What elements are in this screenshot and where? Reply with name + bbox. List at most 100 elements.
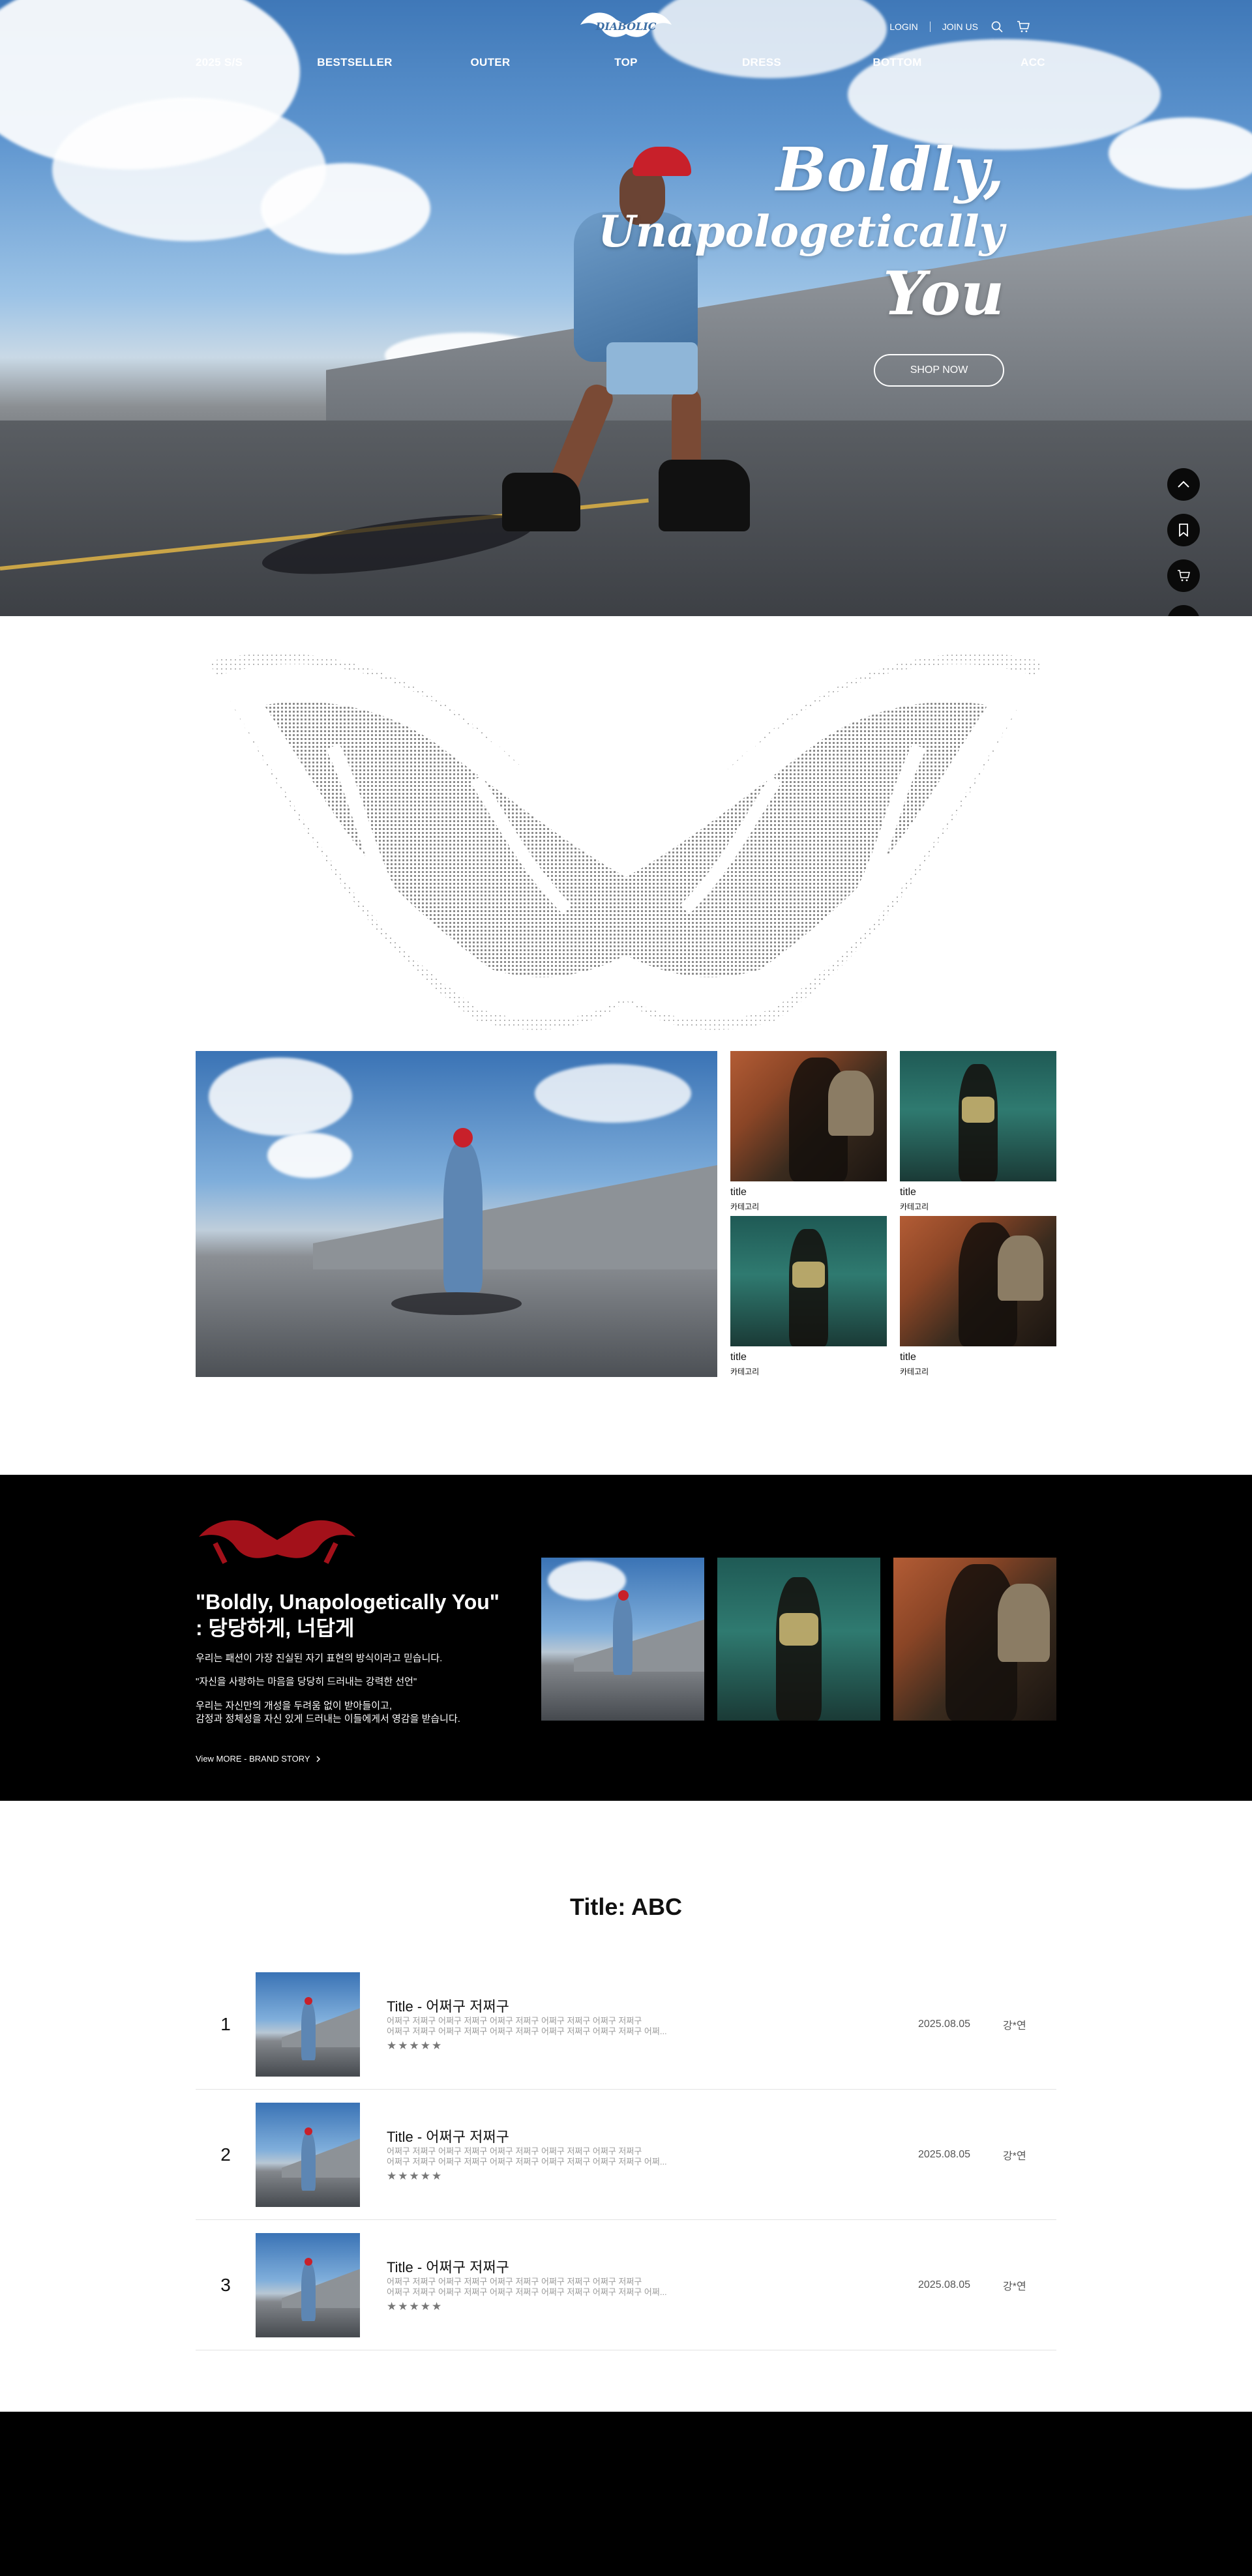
story-paragraph: 우리는 패션이 가장 진실된 자기 표현의 방식이라고 믿습니다. — [196, 1653, 443, 1664]
gallery-item-title: title — [900, 1187, 916, 1198]
nav-item-dress[interactable]: DRESS — [694, 56, 829, 69]
ranking-row[interactable]: 2 Title - 어쩌구 저쩌구 어쩌구 저쩌구 어쩌구 저쩌구 어쩌구 저쩌… — [196, 2090, 1056, 2220]
cloud-decoration — [1109, 117, 1252, 189]
hero-banner: DIABOLIC LOGIN JOIN US 2025 S/S BESTSELL… — [0, 0, 1252, 616]
review-excerpt-line: 어쩌구 저쩌구 어쩌구 저쩌구 어쩌구 저쩌구 어쩌구 저쩌구 어쩌구 저쩌구 … — [387, 2157, 667, 2167]
nav-item-outer[interactable]: OUTER — [423, 56, 558, 69]
chevron-up-icon — [1178, 481, 1189, 488]
heading-line1: "Boldly, Unapologetically You" — [196, 1590, 499, 1614]
brand-logo[interactable]: DIABOLIC — [577, 5, 675, 44]
heading-line2: : 당당하게, 너답게 — [196, 1616, 355, 1640]
review-excerpt-line: 어쩌구 저쩌구 어쩌구 저쩌구 어쩌구 저쩌구 어쩌구 저쩌구 어쩌구 저쩌구 — [387, 2277, 642, 2287]
nav-item-2025-ss[interactable]: 2025 S/S — [151, 56, 287, 69]
gallery-item-category: 카테고리 — [900, 1367, 929, 1376]
gallery-item-title: title — [900, 1352, 916, 1363]
divider — [929, 22, 931, 32]
gallery-item[interactable]: title 카테고리 — [900, 1051, 1056, 1212]
gallery-item-image — [900, 1216, 1056, 1346]
nav-item-acc[interactable]: ACC — [965, 56, 1101, 69]
brand-story-link[interactable]: View MORE - BRAND STORY — [196, 1754, 321, 1764]
story-image[interactable] — [717, 1558, 880, 1721]
gallery-item[interactable]: title 카테고리 — [900, 1216, 1056, 1377]
ranking-list: 1 Title - 어쩌구 저쩌구 어쩌구 저쩌구 어쩌구 저쩌구 어쩌구 저쩌… — [196, 1959, 1056, 2350]
brand-story-heading: "Boldly, Unapologetically You" : 당당하게, 너… — [196, 1589, 535, 1641]
ranking-row[interactable]: 3 Title - 어쩌구 저쩌구 어쩌구 저쩌구 어쩌구 저쩌구 어쩌구 저쩌… — [196, 2220, 1056, 2350]
story-image[interactable] — [541, 1558, 704, 1721]
section-title: Title: ABC — [569, 1893, 682, 1920]
star-rating: ★★★★★ — [387, 2170, 443, 2182]
nav-item-top[interactable]: TOP — [558, 56, 694, 69]
chevron-right-icon — [316, 1755, 320, 1762]
reviewer-name: 강*연 — [1003, 2151, 1026, 2162]
nav-item-bestseller[interactable]: BESTSELLER — [287, 56, 423, 69]
cloud-decoration — [261, 163, 430, 254]
main-nav: 2025 S/S BESTSELLER OUTER TOP DRESS BOTT… — [0, 56, 1252, 69]
hero-title-line1: Boldly, — [775, 134, 1004, 205]
dotted-brand-logo — [209, 653, 1043, 1030]
reviewer-name: 강*연 — [1003, 2021, 1026, 2032]
gallery-item-category: 카테고리 — [730, 1202, 760, 1211]
join-link[interactable]: JOIN US — [942, 22, 978, 32]
story-paragraph-line: 우리는 자신만의 개성을 두려움 없이 받아들이고, — [196, 1700, 393, 1711]
review-date: 2025.08.05 — [918, 2019, 971, 2030]
reviewer-name: 강*연 — [1003, 2281, 1026, 2292]
review-excerpt-line: 어쩌구 저쩌구 어쩌구 저쩌구 어쩌구 저쩌구 어쩌구 저쩌구 어쩌구 저쩌구 … — [387, 2026, 667, 2036]
brand-logo-showcase — [0, 616, 1252, 1050]
bookmark-icon — [1179, 524, 1188, 537]
story-quote: "자신을 사랑하는 마음을 당당히 드러내는 강력한 선언" — [196, 1676, 417, 1687]
product-name[interactable]: Title - 어쩌구 저쩌구 — [387, 2256, 509, 2277]
product-thumbnail[interactable] — [256, 2103, 360, 2207]
search-icon[interactable] — [990, 20, 1004, 34]
review-excerpt: 어쩌구 저쩌구 어쩌구 저쩌구 어쩌구 저쩌구 어쩌구 저쩌구 어쩌구 저쩌구 … — [387, 2146, 726, 2167]
rank-number: 3 — [220, 2275, 231, 2295]
login-link[interactable]: LOGIN — [889, 22, 918, 32]
review-ranking-section: Title: ABC 1 Title - 어쩌구 저쩌구 어쩌구 저쩌구 어쩌구… — [0, 1801, 1252, 2412]
top-bar: DIABOLIC LOGIN JOIN US 2025 S/S BESTSELL… — [0, 0, 1252, 78]
gallery-item[interactable]: title 카테고리 — [730, 1216, 887, 1377]
cart-icon[interactable] — [1016, 20, 1030, 34]
gallery-item-image — [730, 1051, 887, 1181]
rank-number: 2 — [220, 2144, 231, 2165]
review-excerpt-line: 어쩌구 저쩌구 어쩌구 저쩌구 어쩌구 저쩌구 어쩌구 저쩌구 어쩌구 저쩌구 … — [387, 2287, 667, 2297]
product-thumbnail[interactable] — [256, 1972, 360, 2077]
product-thumbnail[interactable] — [256, 2233, 360, 2337]
gallery-main-image[interactable] — [196, 1051, 717, 1377]
floating-quick-menu — [1167, 468, 1200, 616]
review-date: 2025.08.05 — [918, 2279, 971, 2290]
product-name[interactable]: Title - 어쩌구 저쩌구 — [387, 2125, 509, 2146]
ranking-row[interactable]: 1 Title - 어쩌구 저쩌구 어쩌구 저쩌구 어쩌구 저쩌구 어쩌구 저쩌… — [196, 1959, 1056, 2090]
brand-story-link-label: View MORE - BRAND STORY — [196, 1754, 310, 1764]
gallery-item-image — [730, 1216, 887, 1346]
hero-title: Boldly, Unapologetically You — [598, 137, 1004, 326]
review-excerpt-line: 어쩌구 저쩌구 어쩌구 저쩌구 어쩌구 저쩌구 어쩌구 저쩌구 어쩌구 저쩌구 — [387, 2146, 642, 2156]
lookbook-gallery: title 카테고리 title 카테고리 title 카테고리 title 카… — [0, 1050, 1252, 1475]
review-excerpt: 어쩌구 저쩌구 어쩌구 저쩌구 어쩌구 저쩌구 어쩌구 저쩌구 어쩌구 저쩌구 … — [387, 2277, 726, 2298]
rank-number: 1 — [220, 2014, 231, 2034]
cart-quick-button[interactable] — [1167, 559, 1200, 592]
gallery-item-category: 카테고리 — [900, 1202, 929, 1211]
hero-title-line3: You — [883, 258, 1004, 329]
gallery-item-title: title — [730, 1352, 747, 1363]
review-excerpt: 어쩌구 저쩌구 어쩌구 저쩌구 어쩌구 저쩌구 어쩌구 저쩌구 어쩌구 저쩌구 … — [387, 2016, 726, 2037]
product-name[interactable]: Title - 어쩌구 저쩌구 — [387, 1995, 509, 2016]
scroll-down-button[interactable] — [1167, 605, 1200, 616]
wishlist-button[interactable] — [1167, 514, 1200, 546]
star-rating: ★★★★★ — [387, 2300, 443, 2313]
footer — [0, 2412, 1252, 2576]
star-rating: ★★★★★ — [387, 2039, 443, 2052]
gallery-item-category: 카테고리 — [730, 1367, 760, 1376]
brand-story-section: "Boldly, Unapologetically You" : 당당하게, 너… — [0, 1475, 1252, 1801]
story-paragraph: 우리는 자신만의 개성을 두려움 없이 받아들이고, 감정과 정체성을 자신 있… — [196, 1700, 535, 1726]
story-image[interactable] — [893, 1558, 1056, 1721]
review-excerpt-line: 어쩌구 저쩌구 어쩌구 저쩌구 어쩌구 저쩌구 어쩌구 저쩌구 어쩌구 저쩌구 — [387, 2016, 642, 2026]
hero-title-line2: Unapologetically — [598, 206, 1004, 257]
utility-menu: LOGIN JOIN US — [889, 20, 1030, 34]
scroll-top-button[interactable] — [1167, 468, 1200, 501]
review-date: 2025.08.05 — [918, 2149, 971, 2160]
shop-now-button[interactable]: SHOP NOW — [874, 354, 1004, 387]
svg-text:DIABOLIC: DIABOLIC — [595, 20, 657, 33]
gallery-item[interactable]: title 카테고리 — [730, 1051, 887, 1212]
cart-icon — [1178, 570, 1190, 582]
nav-item-bottom[interactable]: BOTTOM — [829, 56, 965, 69]
gallery-item-image — [900, 1051, 1056, 1181]
